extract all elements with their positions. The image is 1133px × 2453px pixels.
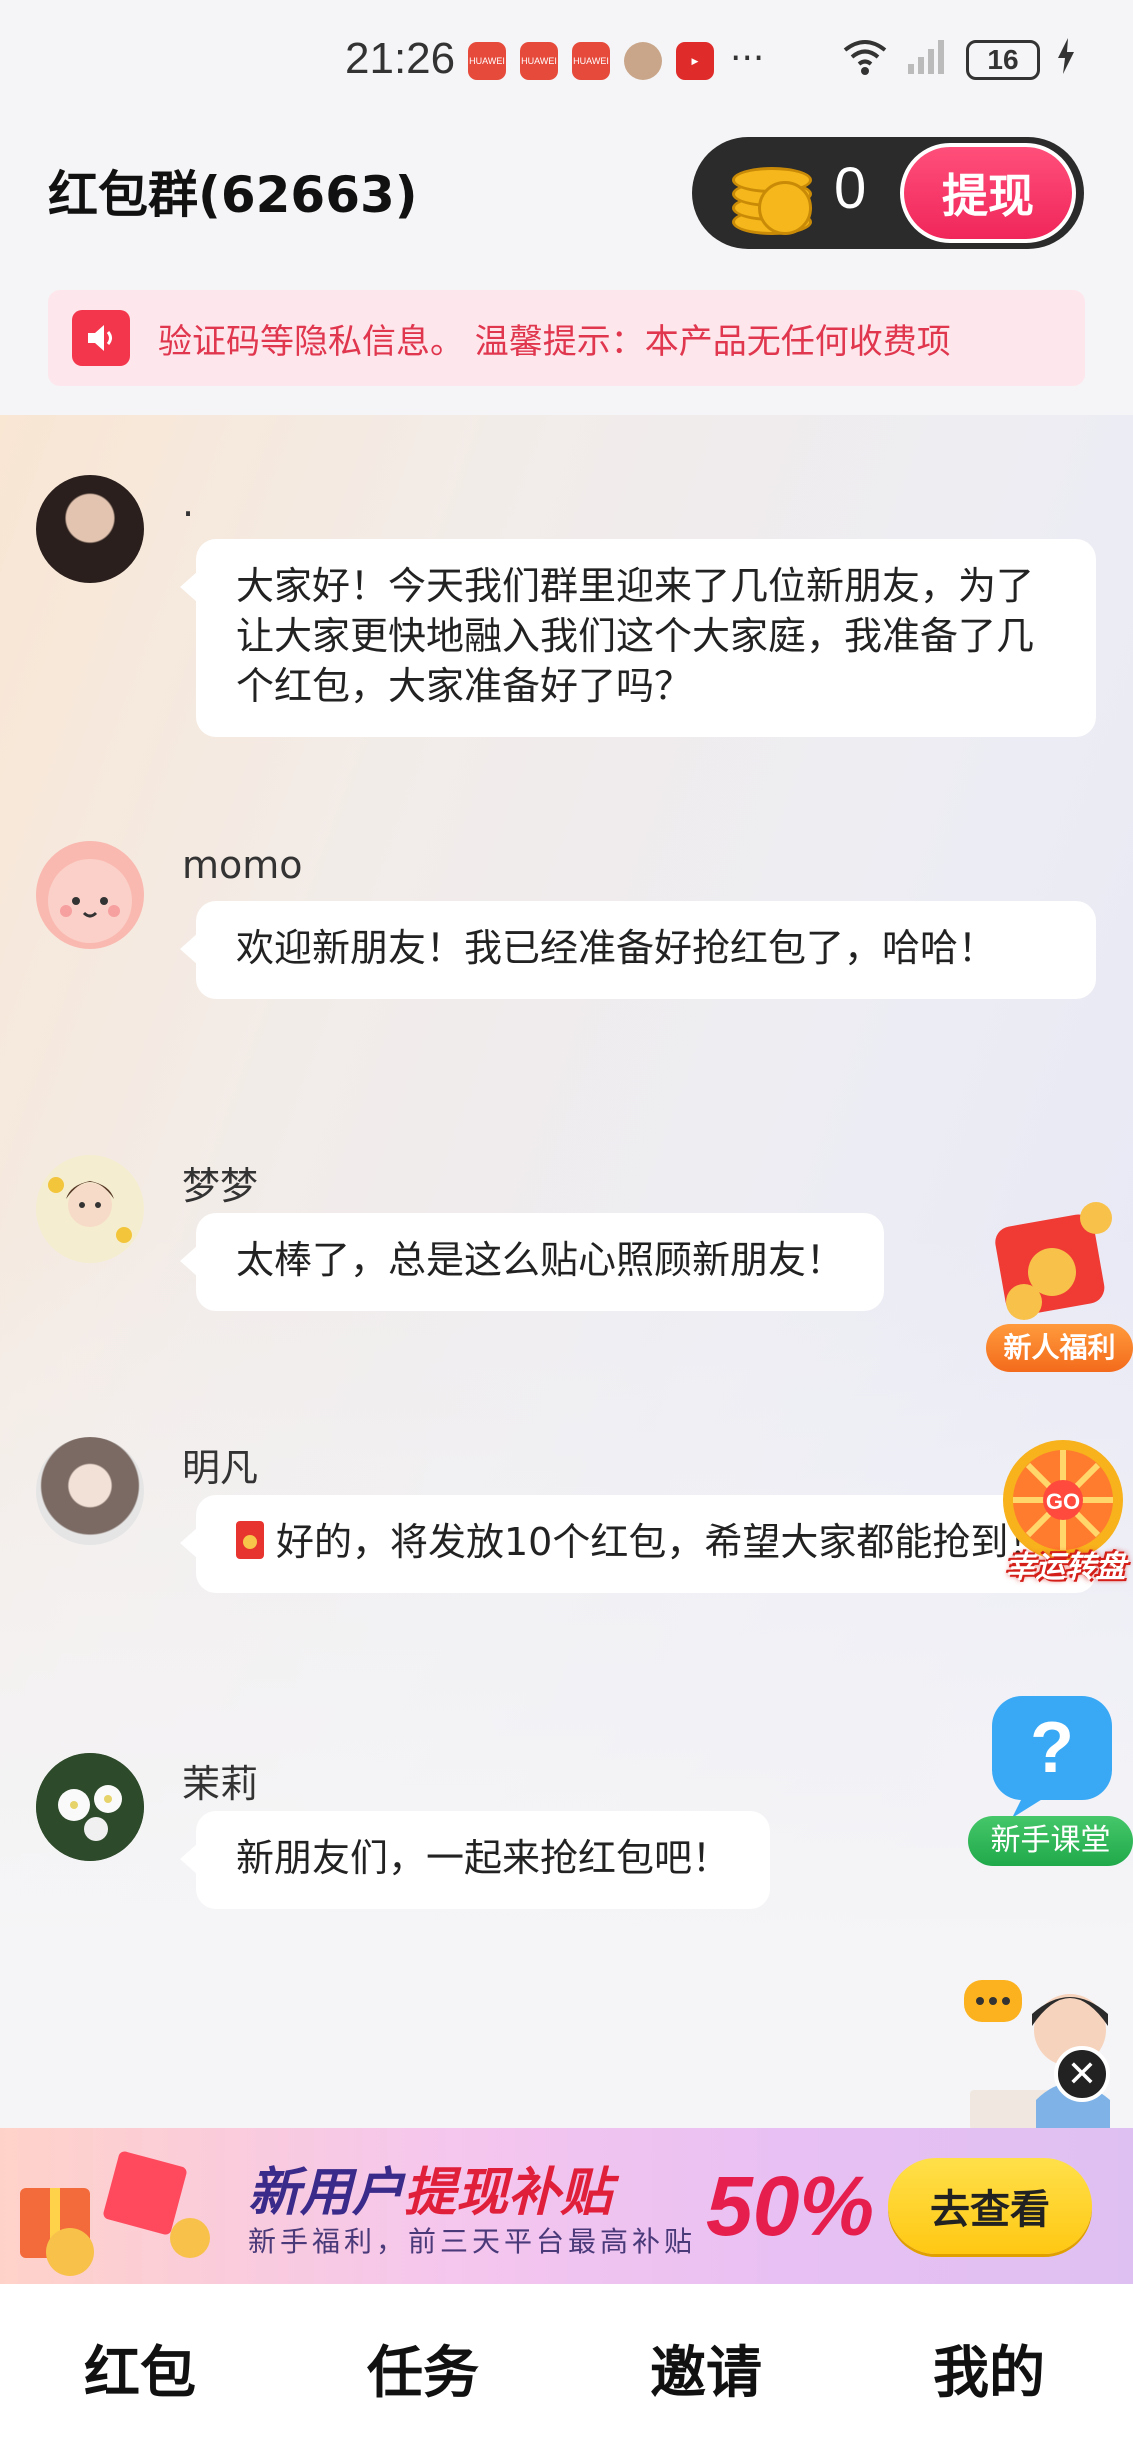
banner-title: 新用户提现补贴: [248, 2163, 613, 2223]
close-icon[interactable]: ✕: [1054, 2046, 1110, 2102]
message-text: 好的，将发放10个红包，希望大家都能抢到！: [276, 1520, 1047, 1564]
avatar[interactable]: [36, 1753, 144, 1861]
question-bubble-icon: ?: [992, 1696, 1112, 1818]
sender-name: 明凡: [182, 1446, 259, 1490]
gold-coins-icon: [722, 151, 814, 235]
bottom-nav: 红包 任务 邀请 我的: [0, 2284, 1133, 2453]
signal-icon: [904, 36, 950, 83]
withdraw-button[interactable]: 提现: [900, 143, 1076, 243]
nav-tab-me[interactable]: 我的: [889, 2328, 1089, 2409]
coin-balance-pill[interactable]: 0 提现: [692, 137, 1084, 249]
promo-banner[interactable]: 新用户提现补贴 新手福利，前三天平台最高补贴 50% 去查看: [0, 2128, 1133, 2284]
newbie-class-label: 新手课堂: [968, 1816, 1133, 1866]
nav-tab-tasks[interactable]: 任务: [323, 2328, 523, 2409]
status-time: 21:26: [345, 34, 456, 83]
message-bubble[interactable]: 大家好！今天我们群里迎来了几位新朋友，为了让大家更快地融入我们这个大家庭，我准备…: [180, 539, 1096, 737]
status-app-icons: HUAWEI HUAWEI HUAWEI ▶: [468, 42, 714, 80]
more-notifications-icon: ···: [730, 38, 765, 79]
notice-text: 验证码等隐私信息。 温馨提示：本产品无任何收费项: [158, 322, 951, 362]
avatar[interactable]: [36, 1437, 144, 1545]
red-envelope-icon: [995, 1202, 1112, 1320]
message-bubble[interactable]: 好的，将发放10个红包，希望大家都能抢到！: [180, 1495, 1096, 1593]
avatar[interactable]: [36, 841, 144, 949]
red-packet-icon: [236, 1521, 264, 1559]
battery-icon: 16: [966, 39, 1040, 80]
svg-text:?: ?: [1030, 1708, 1074, 1788]
chat-area[interactable]: . 大家好！今天我们群里迎来了几位新朋友，为了让大家更快地融入我们这个大家庭，我…: [0, 415, 1133, 2125]
header: 红包群(62663) 0 提现: [0, 125, 1133, 285]
wifi-icon: [842, 36, 888, 83]
status-bar: 21:26 HUAWEI HUAWEI HUAWEI ▶ ··· 16: [0, 0, 1133, 125]
huawei-app-icon: HUAWEI: [520, 42, 558, 80]
wheel-go-label: GO: [1046, 1489, 1080, 1514]
status-indicators: 16: [842, 36, 1076, 83]
customer-service-widget[interactable]: ✕: [960, 1970, 1133, 2130]
sender-name: 梦梦: [182, 1164, 259, 1208]
nav-tab-red-packet[interactable]: 红包: [40, 2328, 240, 2409]
banner-percent: 50%: [706, 2159, 875, 2253]
banner-subtitle: 新手福利，前三天平台最高补贴: [248, 2225, 697, 2258]
gift-boxes-icon: [20, 2151, 210, 2276]
newcomer-benefit-widget[interactable]: 新人福利: [986, 1196, 1133, 1372]
avatar[interactable]: [36, 475, 144, 583]
message-bubble[interactable]: 新朋友们，一起来抢红包吧！: [179, 1811, 771, 1909]
sender-name: 茉莉: [182, 1762, 259, 1806]
charging-icon: [1056, 38, 1076, 81]
newcomer-benefit-label: 新人福利: [986, 1324, 1133, 1372]
message-bubble[interactable]: 太棒了，总是这么贴心照顾新朋友！: [179, 1213, 885, 1311]
avatar[interactable]: [36, 1155, 144, 1263]
avatar-app-icon: [624, 42, 662, 80]
notice-marquee: 验证码等隐私信息。 温馨提示：本产品无任何收费项: [48, 290, 1085, 386]
lucky-wheel-widget[interactable]: GO 幸运转盘: [998, 1438, 1133, 1588]
lucky-wheel-label: 幸运转盘: [1005, 1550, 1126, 1585]
sender-name: .: [182, 481, 195, 525]
huawei-app-icon: HUAWEI: [572, 42, 610, 80]
coin-count: 0: [834, 156, 867, 221]
nav-tab-invite[interactable]: 邀请: [606, 2328, 806, 2409]
newbie-class-widget[interactable]: ? 新手课堂: [968, 1690, 1133, 1870]
message-bubble[interactable]: 欢迎新朋友！我已经准备好抢红包了，哈哈！: [180, 901, 1096, 999]
sender-name: momo: [182, 843, 303, 887]
customer-service-icon: [964, 1980, 1110, 2130]
speaker-icon: [72, 310, 130, 366]
huawei-app-icon: HUAWEI: [468, 42, 506, 80]
page-title: 红包群(62663): [48, 166, 418, 224]
view-button[interactable]: 去查看: [888, 2158, 1092, 2254]
video-app-icon: ▶: [676, 42, 714, 80]
